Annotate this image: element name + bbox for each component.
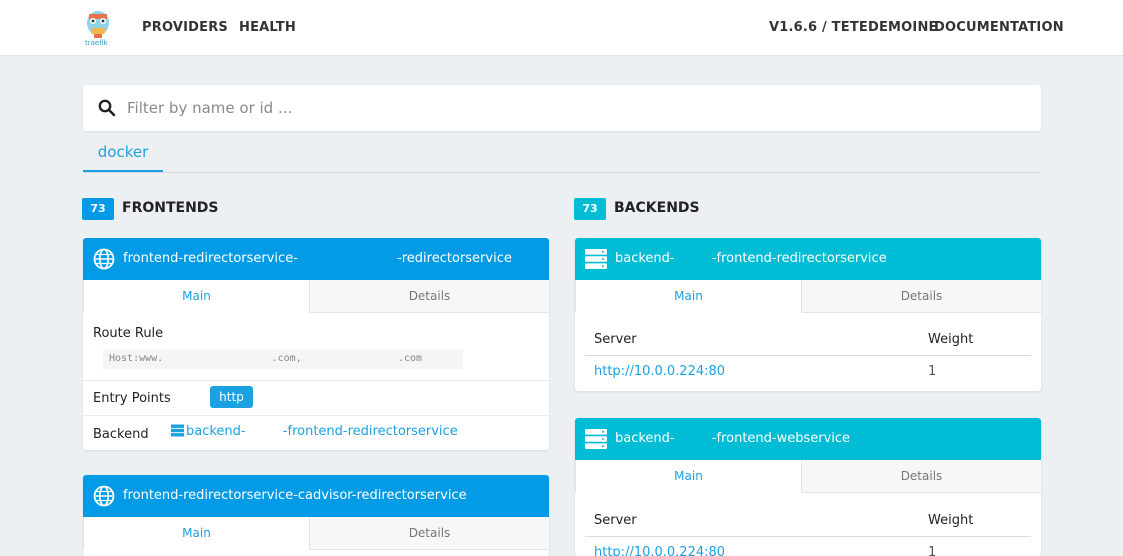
frontend-card-header: frontend-redirectorservice- -redirectors… — [83, 238, 549, 280]
server-column-header: Server — [594, 513, 637, 528]
server-url-link[interactable]: http://10.0.0.224:80 — [594, 545, 725, 556]
backend-card: backend- -frontend-redirectorservice Mai… — [575, 238, 1041, 391]
nav-documentation[interactable]: DOCUMENTATION — [934, 20, 1064, 35]
tab-main[interactable]: Main — [83, 280, 310, 313]
frontend-card: frontend-redirectorservice- -redirectors… — [83, 238, 549, 450]
backend-card-header: backend- -frontend-redirectorservice — [575, 238, 1041, 280]
backend-card-title[interactable]: backend- -frontend-redirectorservice — [615, 251, 887, 266]
backend-card-title[interactable]: backend- -frontend-webservice — [615, 431, 850, 446]
weight-value: 1 — [928, 364, 937, 379]
search-icon — [98, 99, 116, 117]
route-rule-value: Host:www. .com, .com — [103, 349, 463, 369]
tab-details[interactable]: Details — [802, 280, 1041, 313]
backends-title: BACKENDS — [614, 200, 700, 216]
nav-version[interactable]: V1.6.6 / TETEDEMOINE — [769, 20, 938, 35]
tab-details[interactable]: Details — [310, 280, 549, 313]
table-divider — [585, 536, 1031, 537]
globe-icon — [93, 248, 115, 270]
backend-card-tabs: Main Details — [575, 280, 1041, 313]
frontend-card: frontend-redirectorservice-cadvisor-redi… — [83, 475, 549, 556]
tab-docker[interactable]: docker — [83, 141, 163, 172]
search-bar — [83, 85, 1041, 131]
search-input[interactable] — [127, 93, 1007, 123]
frontend-card-title[interactable]: frontend-redirectorservice- -redirectors… — [123, 251, 512, 266]
weight-column-header: Weight — [928, 332, 974, 347]
divider — [83, 415, 549, 416]
tab-main[interactable]: Main — [575, 460, 802, 493]
entry-point-badge: http — [210, 386, 253, 408]
tab-main[interactable]: Main — [83, 517, 310, 550]
frontend-card-tabs: Main Details — [83, 517, 549, 550]
server-column-header: Server — [594, 332, 637, 347]
tab-details[interactable]: Details — [310, 517, 549, 550]
globe-icon — [93, 485, 115, 507]
traefik-logo[interactable]: traefik — [84, 6, 112, 50]
weight-value: 1 — [928, 545, 937, 556]
backend-label: Backend — [93, 427, 149, 442]
frontends-count-badge: 73 — [82, 198, 114, 220]
frontend-card-tabs: Main Details — [83, 280, 549, 313]
backend-link-text: backend- -frontend-redirectorservice — [186, 424, 458, 439]
entry-points-label: Entry Points — [93, 391, 171, 406]
logo-text: traefik — [85, 39, 108, 47]
server-icon — [585, 428, 607, 450]
divider — [83, 380, 549, 381]
route-rule-label: Route Rule — [93, 326, 164, 341]
server-icon — [585, 248, 607, 270]
server-url-link[interactable]: http://10.0.0.224:80 — [594, 364, 725, 379]
navbar: traefik PROVIDERS HEALTH V1.6.6 / TETEDE… — [0, 0, 1123, 56]
server-icon — [171, 424, 184, 437]
backend-card: backend- -frontend-webservice Main Detai… — [575, 418, 1041, 556]
backend-card-header: backend- -frontend-webservice — [575, 418, 1041, 460]
backends-count-badge: 73 — [574, 198, 606, 220]
nav-health[interactable]: HEALTH — [239, 20, 296, 35]
tab-details[interactable]: Details — [802, 460, 1041, 493]
backend-card-tabs: Main Details — [575, 460, 1041, 493]
backend-link[interactable]: backend- -frontend-redirectorservice — [171, 424, 458, 439]
tab-main[interactable]: Main — [575, 280, 802, 313]
frontend-card-header: frontend-redirectorservice-cadvisor-redi… — [83, 475, 549, 517]
table-divider — [585, 355, 1031, 356]
weight-column-header: Weight — [928, 513, 974, 528]
nav-providers[interactable]: PROVIDERS — [142, 20, 228, 35]
provider-tabs-divider — [83, 172, 1041, 173]
frontends-title: FRONTENDS — [122, 200, 219, 216]
frontend-card-title[interactable]: frontend-redirectorservice-cadvisor-redi… — [123, 488, 467, 503]
